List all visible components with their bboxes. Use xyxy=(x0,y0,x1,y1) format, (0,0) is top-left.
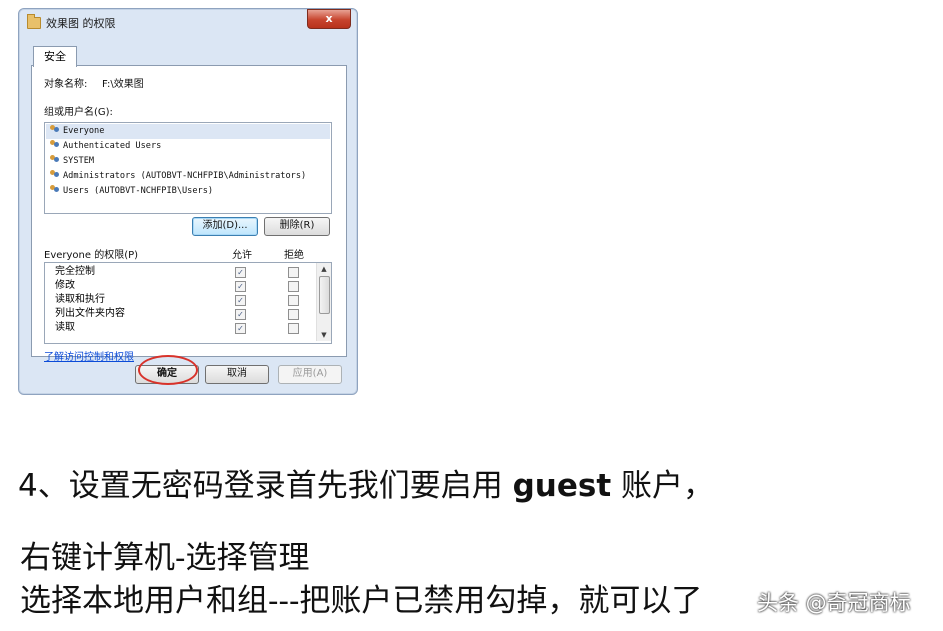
add-button[interactable]: 添加(D)... xyxy=(192,217,258,236)
list-item[interactable]: Users (AUTOBVT-NCHFPIB\Users) xyxy=(49,184,213,199)
deny-header: 拒绝 xyxy=(284,250,304,261)
permission-list-folder: 列出文件夹内容 xyxy=(55,308,125,319)
deny-checkbox-full-control[interactable] xyxy=(288,267,299,278)
watermark: 头条 @奇冠商标 xyxy=(757,591,911,615)
deny-checkbox-modify[interactable] xyxy=(288,281,299,292)
remove-button[interactable]: 删除(R) xyxy=(264,217,330,236)
allow-checkbox-full-control[interactable]: ✓ xyxy=(235,267,246,278)
list-item[interactable]: Administrators (AUTOBVT-NCHFPIB\Administ… xyxy=(49,169,306,184)
list-item[interactable]: Authenticated Users xyxy=(49,139,161,154)
users-icon xyxy=(49,170,60,179)
allow-header: 允许 xyxy=(232,250,252,261)
allow-checkbox-modify[interactable]: ✓ xyxy=(235,281,246,292)
permission-full-control: 完全控制 xyxy=(55,266,95,277)
permissions-scrollbar[interactable]: ▲ ▼ xyxy=(316,263,331,341)
allow-checkbox-list-folder[interactable]: ✓ xyxy=(235,309,246,320)
permission-modify: 修改 xyxy=(55,280,75,291)
list-item[interactable]: SYSTEM xyxy=(49,154,94,169)
allow-checkbox-read[interactable]: ✓ xyxy=(235,323,246,334)
users-icon xyxy=(49,140,60,149)
step-headline: 4、设置无密码登录首先我们要启用 guest 账户， xyxy=(18,468,714,504)
deny-checkbox-read[interactable] xyxy=(288,323,299,334)
permissions-header: Everyone 的权限(P) xyxy=(44,250,139,261)
learn-access-control-link[interactable]: 了解访问控制和权限 xyxy=(44,348,134,363)
cancel-button[interactable]: 取消 xyxy=(205,365,269,384)
scroll-up-icon[interactable]: ▲ xyxy=(317,263,331,275)
allow-checkbox-read-execute[interactable]: ✓ xyxy=(235,295,246,306)
permission-read: 读取 xyxy=(55,322,75,333)
folder-icon xyxy=(27,14,41,29)
object-name-label: 对象名称: xyxy=(44,79,88,90)
instruction-line-2: 选择本地用户和组---把账户已禁用勾掉，就可以了 xyxy=(20,583,703,619)
object-name-value: F:\效果图 xyxy=(102,79,144,90)
instruction-line-1: 右键计算机-选择管理 xyxy=(20,540,310,576)
users-icon xyxy=(49,125,60,134)
user-list[interactable]: Everyone Authenticated Users SYSTEM Admi… xyxy=(44,122,332,214)
permissions-dialog: 效果图 的权限 x 安全 对象名称: F:\效果图 组或用户名(G): Ever… xyxy=(18,8,358,395)
deny-checkbox-read-execute[interactable] xyxy=(288,295,299,306)
title-bar[interactable]: 效果图 的权限 x xyxy=(19,9,357,37)
users-icon xyxy=(49,155,60,164)
group-user-label: 组或用户名(G): xyxy=(44,107,113,118)
close-button[interactable]: x xyxy=(307,9,351,29)
deny-checkbox-list-folder[interactable] xyxy=(288,309,299,320)
scroll-thumb[interactable] xyxy=(319,276,330,314)
users-icon xyxy=(49,185,60,194)
permissions-list: 完全控制 ✓ 修改 ✓ 读取和执行 ✓ 列出文件夹内容 ✓ 读取 ✓ ▲ ▼ xyxy=(44,262,332,344)
scroll-down-icon[interactable]: ▼ xyxy=(317,329,331,341)
list-item[interactable]: Everyone xyxy=(46,124,330,139)
permission-read-execute: 读取和执行 xyxy=(55,294,105,305)
apply-button[interactable]: 应用(A) xyxy=(278,365,342,384)
dialog-title: 效果图 的权限 xyxy=(46,17,116,30)
annotation-circle xyxy=(138,355,198,385)
tab-security[interactable]: 安全 xyxy=(33,46,77,67)
security-panel: 对象名称: F:\效果图 组或用户名(G): Everyone Authenti… xyxy=(31,65,347,363)
